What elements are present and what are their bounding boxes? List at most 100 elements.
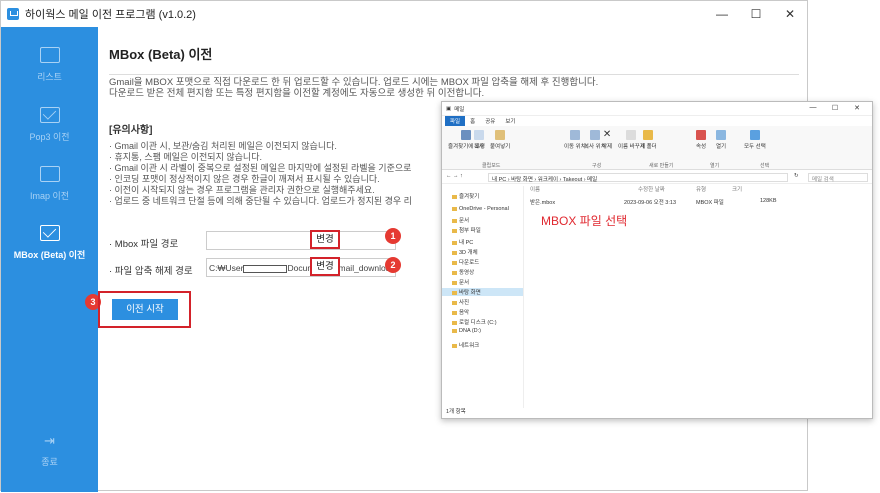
nav-item[interactable]: 문서 — [452, 216, 469, 224]
redacted-username — [243, 264, 288, 273]
mail-icon — [39, 107, 60, 123]
tab-share[interactable]: 공유 — [480, 116, 500, 126]
description-line: 다운로드 받은 전체 편지함 또는 특정 편지함을 이전할 계정에도 자동으로 … — [109, 88, 485, 99]
note-item: · 이전이 시작되지 않는 경우 프로그램을 관리자 권한으로 실행해주세요. — [109, 185, 375, 195]
list-icon — [39, 47, 60, 63]
nav-arrows-icon[interactable]: ← → ↑ — [446, 173, 463, 179]
app-logo-icon — [7, 8, 19, 20]
explorer-tabs: 파일 홈 공유 보기 — [442, 116, 872, 126]
description: Gmail을 MBOX 포맷으로 직접 다운로드 한 뒤 업로드할 수 있습니다… — [109, 77, 598, 99]
tab-view[interactable]: 보기 — [500, 116, 520, 126]
column-header-type[interactable]: 유형 — [696, 185, 706, 193]
column-header-size[interactable]: 크기 — [732, 185, 742, 193]
file-type: MBOX 파일 — [696, 200, 724, 206]
status-bar: 1개 항목 — [446, 409, 466, 415]
sidebar-item-label: Pop3 이전 — [29, 132, 70, 142]
delete-button[interactable]: ✕ 삭제 — [602, 130, 612, 151]
imap-icon — [39, 166, 60, 182]
unzip-change-button[interactable]: 변경 — [310, 257, 340, 276]
window-title: 하이웍스 메일 이전 프로그램 (v1.0.2) — [25, 9, 196, 21]
tab-home[interactable]: 홈 — [465, 116, 480, 126]
tab-file[interactable]: 파일 — [445, 116, 466, 126]
ribbon-group-open: 열기 — [710, 163, 720, 169]
nav-item[interactable]: 동영상 — [452, 268, 474, 276]
select-all-button[interactable]: 모두 선택 — [744, 130, 766, 150]
nav-item[interactable]: DNA (D:) — [452, 328, 481, 334]
step-badge-1: 1 — [385, 228, 401, 244]
file-name: 받은.mbox — [530, 200, 556, 206]
nav-item[interactable]: 네트워크 — [452, 341, 479, 349]
new-folder-button[interactable]: 새 폴더 — [640, 130, 657, 150]
explorer-minimize-button[interactable]: — — [802, 104, 824, 112]
sidebar: 리스트 Pop3 이전 Imap 이전 MBox (Beta) 이전 ⇥ 종료 — [1, 27, 98, 492]
instruction-label: MBOX 파일 선택 — [541, 214, 628, 228]
nav-item[interactable]: 첨부 파일 — [452, 226, 481, 234]
nav-item[interactable]: 문서 — [452, 278, 469, 286]
nav-item[interactable]: 로컬 디스크 (C:) — [452, 318, 497, 326]
divider — [109, 74, 799, 75]
explorer-search-input[interactable]: 메일 검색 — [808, 173, 868, 183]
nav-item[interactable]: 사진 — [452, 298, 469, 306]
exit-button[interactable]: ⇥ 종료 — [1, 433, 98, 468]
sidebar-item-label: 리스트 — [37, 72, 62, 82]
file-date: 2023-09-06 오전 3:13 — [624, 200, 677, 206]
description-line: Gmail을 MBOX 포맷으로 직접 다운로드 한 뒤 업로드할 수 있습니다… — [109, 77, 599, 88]
sidebar-item-mbox[interactable]: MBox (Beta) 이전 — [1, 225, 98, 261]
sidebar-item-pop3[interactable]: Pop3 이전 — [1, 107, 98, 143]
file-size: 128KB — [760, 198, 777, 204]
unzip-path-field[interactable]: C:₩User Documents₩mail_download — [206, 258, 396, 277]
nav-item[interactable]: 다운로드 — [452, 258, 479, 266]
column-header-name[interactable]: 이름 — [530, 185, 540, 193]
nav-item[interactable]: 즐겨찾기 — [452, 192, 479, 200]
explorer-maximize-button[interactable]: ☐ — [824, 104, 846, 112]
nav-item[interactable]: 3D 개체 — [452, 248, 478, 256]
nav-item[interactable]: 음악 — [452, 308, 469, 316]
nav-item[interactable]: 내 PC — [452, 238, 473, 246]
title-bar: 하이웍스 메일 이전 프로그램 (v1.0.2) — ☐ ✕ — [1, 1, 807, 27]
exit-icon: ⇥ — [44, 433, 55, 448]
sidebar-item-label: MBox (Beta) 이전 — [13, 250, 86, 260]
move-to-button[interactable]: 이동 위치 — [564, 130, 586, 150]
note-item: · 인코딩 포맷이 정상적이지 않은 경우 한글이 깨져서 표시될 수 있습니다… — [109, 174, 380, 184]
page-title: MBox (Beta) 이전 — [109, 47, 213, 62]
note-item: · 업로드 중 네트워크 단절 등에 의해 중단될 수 있습니다. 업로드가 정… — [109, 196, 412, 206]
unzip-path-label: · 파일 압축 해제 경로 — [109, 266, 193, 277]
note-item: · Gmail 이관 시, 보관/숨김 처리된 메일은 이전되지 않습니다. — [109, 141, 337, 151]
unzip-path-suffix: Documents₩mail_download — [287, 263, 396, 273]
refresh-icon[interactable]: ↻ — [794, 173, 799, 179]
properties-button[interactable]: 속성 — [696, 130, 706, 150]
mbox-icon — [39, 225, 60, 241]
file-explorer-window: ▣ 메일 — ☐ ✕ 파일 홈 공유 보기 즐겨찾기에 고정 복사 붙여넣기 이… — [441, 101, 873, 419]
explorer-title: 메일 — [454, 106, 465, 113]
mbox-change-button[interactable]: 변경 — [310, 230, 340, 249]
mbox-path-field[interactable] — [206, 231, 396, 250]
close-button[interactable]: ✕ — [773, 1, 807, 27]
column-header-date[interactable]: 수정한 날짜 — [638, 185, 665, 193]
address-bar-row: ← → ↑ 내 PC › 바탕 화면 › 워크케이 › Takeout › 메일… — [442, 170, 872, 184]
explorer-close-button[interactable]: ✕ — [846, 104, 868, 112]
minimize-button[interactable]: — — [705, 1, 739, 27]
mbox-path-label: · Mbox 파일 경로 — [109, 239, 179, 250]
ribbon-group-clipboard: 클립보드 — [482, 163, 501, 169]
nav-item[interactable]: OneDrive - Personal — [452, 206, 509, 212]
sidebar-item-list[interactable]: 리스트 — [1, 47, 98, 83]
nav-item[interactable]: 바탕 화면 — [442, 288, 523, 296]
start-migration-button[interactable]: 이전 시작 — [112, 299, 178, 320]
explorer-title-bar: ▣ 메일 — ☐ ✕ — [442, 102, 872, 116]
open-button[interactable]: 열기 — [716, 130, 726, 150]
address-bar[interactable]: 내 PC › 바탕 화면 › 워크케이 › Takeout › 메일 — [488, 173, 788, 183]
ribbon: 즐겨찾기에 고정 복사 붙여넣기 이동 위치 복사 위치 ✕ 삭제 이름 바꾸기 … — [442, 126, 872, 170]
step-badge-2: 2 — [385, 257, 401, 273]
paste-button[interactable]: 붙여넣기 — [490, 130, 510, 150]
sidebar-item-label: Imap 이전 — [29, 191, 70, 201]
note-item: · Gmail 이관 시 라벨이 중복으로 설정된 메일은 마지막에 설정된 라… — [109, 163, 412, 173]
maximize-button[interactable]: ☐ — [739, 1, 773, 27]
ribbon-group-new: 새로 만들기 — [649, 163, 674, 169]
exit-label: 종료 — [41, 457, 58, 467]
copy-button[interactable]: 복사 — [474, 130, 484, 150]
ribbon-group-select: 선택 — [760, 163, 770, 169]
unzip-path-prefix: C:₩User — [209, 263, 244, 273]
folder-icon: ▣ — [446, 105, 452, 112]
sidebar-item-imap[interactable]: Imap 이전 — [1, 166, 98, 202]
navigation-pane: 즐겨찾기 OneDrive - Personal 문서 첨부 파일 내 PC 3… — [442, 186, 524, 408]
